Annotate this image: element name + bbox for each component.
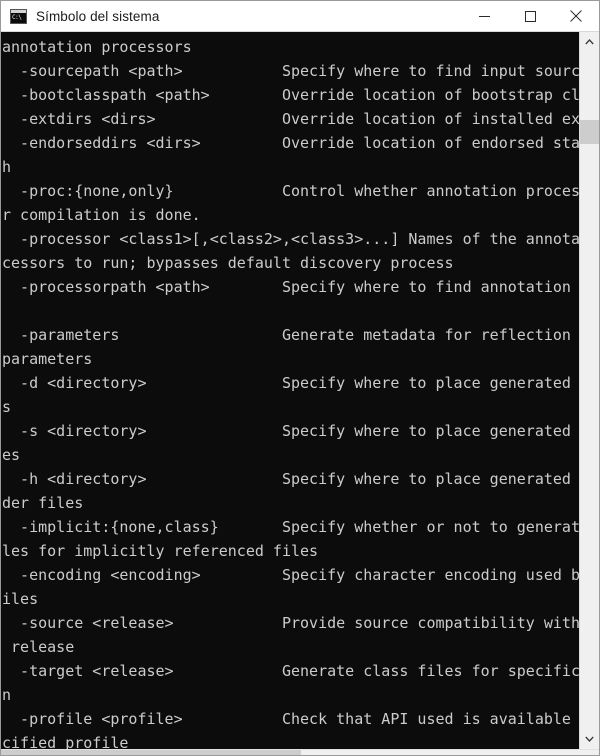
close-icon — [570, 10, 582, 22]
console-line: -processor <class1>[,<class2>,<class3>..… — [20, 230, 579, 248]
console-line: -target <release> Generate class files f… — [20, 662, 579, 680]
console-line: -bootclasspath <path> Override location … — [20, 86, 579, 104]
console-line: parameters — [2, 350, 93, 368]
console-line: -source <release> Provide source compati… — [20, 614, 579, 632]
window-controls — [461, 1, 599, 31]
horizontal-scrollbar[interactable] — [1, 749, 599, 755]
minimize-icon — [478, 15, 490, 17]
vertical-scroll-thumb[interactable] — [580, 120, 599, 144]
scroll-down-arrow-icon — [585, 736, 594, 742]
horizontal-scroll-thumb[interactable] — [1, 750, 301, 755]
maximize-button[interactable] — [507, 1, 553, 31]
console-line: -processorpath <path> Specify where to f… — [20, 278, 571, 296]
console-line: annotation processors — [2, 38, 192, 56]
console-line: -endorseddirs <dirs> Override location o… — [20, 134, 579, 152]
vertical-scrollbar[interactable] — [579, 32, 599, 749]
console-line: es — [2, 446, 21, 464]
icon-prompt-text: C:\ — [12, 13, 22, 21]
console-line: n — [2, 686, 12, 704]
console-area: annotation processors -sourcepath <path>… — [1, 32, 599, 749]
scroll-up-arrow-icon — [585, 39, 594, 45]
console-line: -implicit:{none,class} Specify whether o… — [20, 518, 579, 536]
console-line: iles — [2, 590, 39, 608]
console-line: release — [2, 638, 75, 656]
console-line: -encoding <encoding> Specify character e… — [20, 566, 579, 584]
maximize-icon — [524, 10, 536, 22]
console-line: der files — [2, 494, 84, 512]
console-line: cified profile — [2, 734, 129, 749]
command-prompt-icon[interactable]: C:\ — [10, 8, 27, 24]
scroll-down-button[interactable] — [580, 729, 599, 749]
console-output[interactable]: annotation processors -sourcepath <path>… — [1, 32, 579, 749]
title-bar[interactable]: C:\ Símbolo del sistema — [1, 1, 599, 32]
console-line: -parameters Generate metadata for reflec… — [20, 326, 571, 344]
close-button[interactable] — [553, 1, 599, 31]
console-line: -proc:{none,only} Control whether annota… — [20, 182, 579, 200]
console-line: cessors to run; bypasses default discove… — [2, 254, 454, 272]
horizontal-scroll-track[interactable] — [301, 750, 599, 755]
console-line: -sourcepath <path> Specify where to find… — [20, 62, 579, 80]
vertical-scroll-track[interactable] — [580, 52, 599, 729]
console-line: -s <directory> Specify where to place ge… — [20, 422, 571, 440]
console-line: -profile <profile> Check that API used i… — [20, 710, 571, 728]
window-title: Símbolo del sistema — [36, 8, 160, 24]
scroll-up-button[interactable] — [580, 32, 599, 52]
console-line: -extdirs <dirs> Override location of ins… — [20, 110, 579, 128]
command-prompt-window: C:\ Símbolo del sistema annotation proce… — [0, 0, 600, 756]
console-line: s — [2, 398, 12, 416]
console-line: les for implicitly referenced files — [2, 542, 319, 560]
console-line: -d <directory> Specify where to place ge… — [20, 374, 571, 392]
minimize-button[interactable] — [461, 1, 507, 31]
console-line: h — [2, 158, 12, 176]
console-line: r compilation is done. — [2, 206, 201, 224]
console-line: -h <directory> Specify where to place ge… — [20, 470, 571, 488]
